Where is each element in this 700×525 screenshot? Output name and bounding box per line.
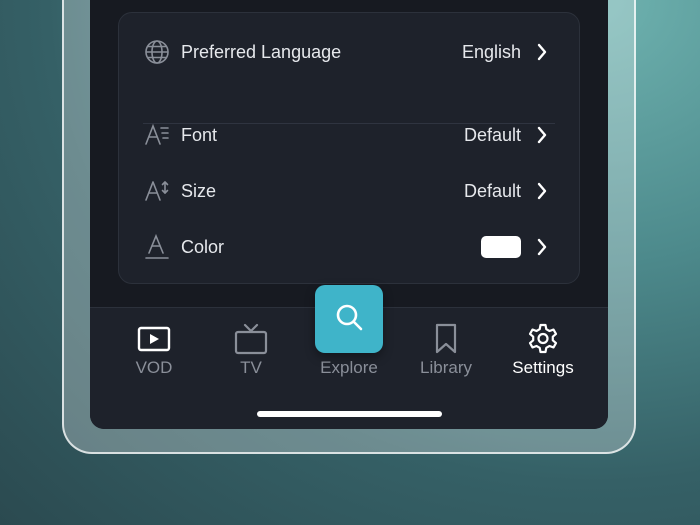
globe-icon bbox=[143, 38, 171, 66]
font-label: Font bbox=[181, 124, 218, 145]
chevron-right-icon bbox=[535, 181, 549, 201]
color-swatch bbox=[481, 236, 521, 258]
bookmark-icon bbox=[434, 322, 458, 356]
font-value: Default bbox=[463, 124, 521, 145]
tab-vod[interactable]: VOD bbox=[109, 322, 199, 382]
font-color-icon bbox=[143, 233, 171, 261]
tab-settings[interactable]: Settings bbox=[498, 322, 588, 382]
chevron-right-icon bbox=[535, 125, 549, 145]
chevron-right-icon bbox=[535, 42, 549, 62]
preferred-language-value: English bbox=[461, 41, 521, 62]
tab-tv[interactable]: TV bbox=[206, 322, 296, 382]
app-screen: Preferred Language English Font Default bbox=[90, 0, 608, 429]
tab-library[interactable]: Library bbox=[401, 322, 491, 382]
font-style-icon bbox=[143, 121, 171, 149]
size-value: Default bbox=[463, 180, 521, 201]
font-row[interactable]: Font Default bbox=[119, 115, 579, 155]
gear-icon bbox=[526, 322, 560, 356]
preferred-language-row[interactable]: Preferred Language English bbox=[119, 32, 579, 72]
tab-explore-label: Explore bbox=[320, 358, 378, 377]
subtitle-settings-card: Preferred Language English Font Default bbox=[118, 12, 580, 284]
color-row[interactable]: Color bbox=[119, 227, 579, 267]
tab-library-label: Library bbox=[420, 358, 472, 377]
chevron-right-icon bbox=[535, 237, 549, 257]
font-size-icon bbox=[143, 177, 171, 205]
tab-tv-label: TV bbox=[240, 358, 262, 377]
size-label: Size bbox=[181, 180, 217, 201]
play-icon bbox=[137, 322, 171, 356]
search-icon bbox=[334, 302, 364, 336]
color-label: Color bbox=[181, 236, 225, 257]
home-indicator bbox=[257, 411, 442, 417]
preferred-language-label: Preferred Language bbox=[181, 41, 342, 62]
tv-icon bbox=[234, 322, 268, 356]
explore-search-button[interactable] bbox=[315, 285, 383, 353]
size-row[interactable]: Size Default bbox=[119, 171, 579, 211]
tab-vod-label: VOD bbox=[135, 358, 173, 377]
tab-settings-label: Settings bbox=[512, 358, 574, 377]
